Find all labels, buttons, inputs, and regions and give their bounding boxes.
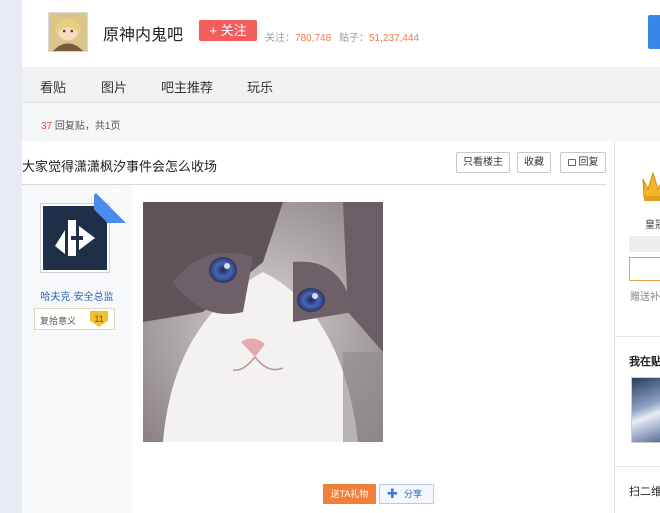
reply-summary-text: 回复贴，共1页	[54, 121, 121, 132]
follow-stat-label: 关注：	[265, 33, 295, 44]
nav-tab-images[interactable]: 图片	[101, 77, 127, 96]
forum-name[interactable]: 原神内鬼吧	[103, 21, 183, 45]
favorite-button[interactable]: 收藏	[517, 152, 551, 173]
posts-count: 51,237,444	[369, 33, 420, 44]
reply-button-label: 回复	[578, 157, 599, 168]
follow-button[interactable]: + 关注	[199, 20, 257, 41]
thread-info-bar: 37 回复贴，共1页	[22, 103, 660, 141]
gift-hint: 赠送补	[630, 292, 660, 303]
author-name[interactable]: 哈夫克·安全总监	[22, 288, 132, 303]
page: 原神内鬼吧 + 关注 关注：780,748 贴子：51,237,444 看贴 图…	[0, 0, 660, 513]
reply-button[interactable]: 回复	[560, 152, 606, 173]
sign-in-button-edge[interactable]	[648, 15, 660, 49]
cat-photo	[143, 202, 383, 442]
level-title: 复拾意义	[40, 316, 77, 326]
qr-code-heading: 扫二维	[629, 486, 660, 498]
op-badge: 楼主	[94, 185, 132, 223]
share-plus-icon: ✚	[387, 486, 398, 501]
post-container: 大家觉得潇潇枫汐事件会怎么收场 只看楼主 收藏 回复 楼主 哈夫克·安全总监 复…	[22, 141, 614, 513]
posts-stat-label: 贴子：	[339, 33, 369, 44]
level-shield-icon: 11	[90, 311, 108, 327]
send-gift-button[interactable]: 送TA礼物	[323, 484, 376, 504]
author-level-badge[interactable]: 复拾意义 11	[34, 308, 115, 330]
nav-tab-fun[interactable]: 玩乐	[247, 77, 273, 96]
crown-label: 皇冠	[645, 220, 660, 231]
nav-tab-posts[interactable]: 看贴	[40, 77, 66, 96]
share-button[interactable]: ✚ 分享	[379, 484, 434, 504]
crown-progress-track	[629, 236, 660, 252]
share-button-label: 分享	[404, 489, 423, 499]
only-op-button[interactable]: 只看楼主	[456, 152, 510, 173]
follow-stat: 关注：780,748	[265, 29, 331, 44]
crown-icon	[642, 171, 660, 201]
posts-stat: 贴子：51,237,444	[339, 29, 419, 44]
gift-input[interactable]	[629, 257, 660, 281]
thread-title-bar: 大家觉得潇潇枫汐事件会怎么收场 只看楼主 收藏 回复	[22, 141, 606, 185]
op-badge-label: 楼主	[111, 185, 129, 204]
nav-tab-recommended[interactable]: 吧主推荐	[161, 77, 213, 96]
follow-count: 780,748	[295, 33, 332, 44]
reply-icon	[567, 159, 576, 166]
forum-nav: 看贴 图片 吧主推荐 玩乐	[22, 67, 660, 103]
sidebar-divider	[615, 336, 660, 337]
right-sidebar: 皇冠 赠送补 我在贴 扫二维	[614, 141, 660, 513]
my-forums-heading: 我在贴	[629, 356, 660, 368]
post-image[interactable]	[143, 202, 383, 442]
my-forum-thumbnail[interactable]	[631, 377, 660, 443]
forum-avatar-image[interactable]	[48, 12, 88, 52]
forum-header: 原神内鬼吧 + 关注 关注：780,748 贴子：51,237,444	[22, 0, 660, 67]
reply-count: 37	[41, 121, 53, 132]
reply-summary: 37 回复贴，共1页	[41, 117, 120, 132]
author-panel: 楼主 哈夫克·安全总监 复拾意义 11	[22, 185, 132, 513]
thread-title: 大家觉得潇潇枫汐事件会怎么收场	[22, 159, 218, 174]
forum-avatar-art	[49, 13, 87, 51]
sidebar-divider	[615, 466, 660, 467]
